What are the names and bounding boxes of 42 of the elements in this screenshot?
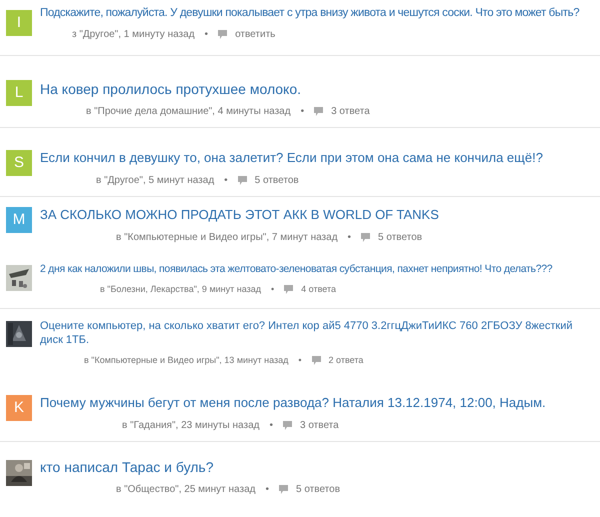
question-link[interactable]: Подскажите, пожалуйста. У девушки покалывает с утра внизу живота и чешутся соски. Что это может быть? — [40, 6, 580, 21]
comment-icon — [361, 232, 370, 242]
comment-icon — [218, 30, 228, 39]
separator-dot: • — [204, 28, 208, 42]
comment-icon — [314, 107, 324, 116]
comment-icon — [312, 356, 321, 365]
answers-link[interactable]: 5 ответов — [254, 173, 299, 188]
question-link[interactable]: Если кончил в девушку то, она залетит? Если при этом она сама не кончила ещё!? — [40, 150, 543, 168]
question-link[interactable]: Оцените компьютер, на сколько хватит его? Интел кор ай5 4770 3.2ггцДжиТиИКС 760 2ГБОЗУ 8жесткий диск 1ТБ. — [40, 319, 596, 348]
separator-dot: • — [269, 419, 273, 434]
category-time: в "Общество", 25 минут назад — [116, 483, 256, 498]
avatar[interactable]: K — [6, 395, 32, 422]
category-time: в "Прочие дела домашние", 4 минуты назад — [86, 105, 291, 120]
category-time: в "Гадания", 23 минуты назад — [122, 419, 260, 434]
separator-dot: • — [348, 230, 352, 245]
category-time: в "Другое", 5 минут назад — [96, 174, 214, 188]
category-time: в "Компьютерные и Видео игры", 7 минут назад — [116, 230, 338, 245]
category-time: в "Болезни, Лекарства", 9 минут назад — [100, 282, 262, 296]
answers-link[interactable]: 5 ответов — [378, 230, 422, 245]
separator-dot: • — [271, 282, 274, 296]
comment-icon — [282, 421, 292, 430]
separator-dot: • — [224, 174, 228, 188]
question-link[interactable]: кто написал Тарас и буль? — [40, 458, 340, 476]
category-time: з "Другое", 1 минуту назад — [72, 28, 195, 42]
category-time: в "Компьютерные и Видео игры", 13 минут назад — [84, 354, 288, 367]
answers-link[interactable]: ответить — [235, 26, 276, 42]
question-link[interactable]: 2 дня как наложили швы, появилась эта желтовато-зеленоватая субстанция, пахнет неприятно! Что делать??? — [40, 263, 552, 277]
question-link[interactable]: На ковер пролилось протухшее молоко. — [40, 80, 370, 98]
comment-icon — [238, 176, 247, 186]
question-link[interactable]: ЗА СКОЛЬКО МОЖНО ПРОДАТЬ ЭТОТ АКК В WORLD OF TANKS — [40, 207, 439, 224]
comment-icon — [284, 284, 294, 294]
answers-link[interactable]: 2 ответа — [328, 354, 364, 368]
avatar[interactable]: M — [6, 207, 32, 234]
separator-dot: • — [265, 483, 269, 498]
answers-link[interactable]: 4 ответа — [301, 282, 336, 296]
answers-link[interactable]: 3 ответа — [331, 104, 370, 120]
answers-link[interactable]: 5 ответов — [296, 482, 340, 498]
answers-link[interactable]: 3 ответа — [300, 418, 339, 434]
comment-icon — [278, 485, 288, 494]
question-link[interactable]: Почему мужчины бегут от меня после развода? Наталия 13.12.1974, 12:00, Надым. — [40, 395, 546, 412]
separator-dot: • — [300, 105, 304, 120]
separator-dot: • — [298, 354, 302, 367]
